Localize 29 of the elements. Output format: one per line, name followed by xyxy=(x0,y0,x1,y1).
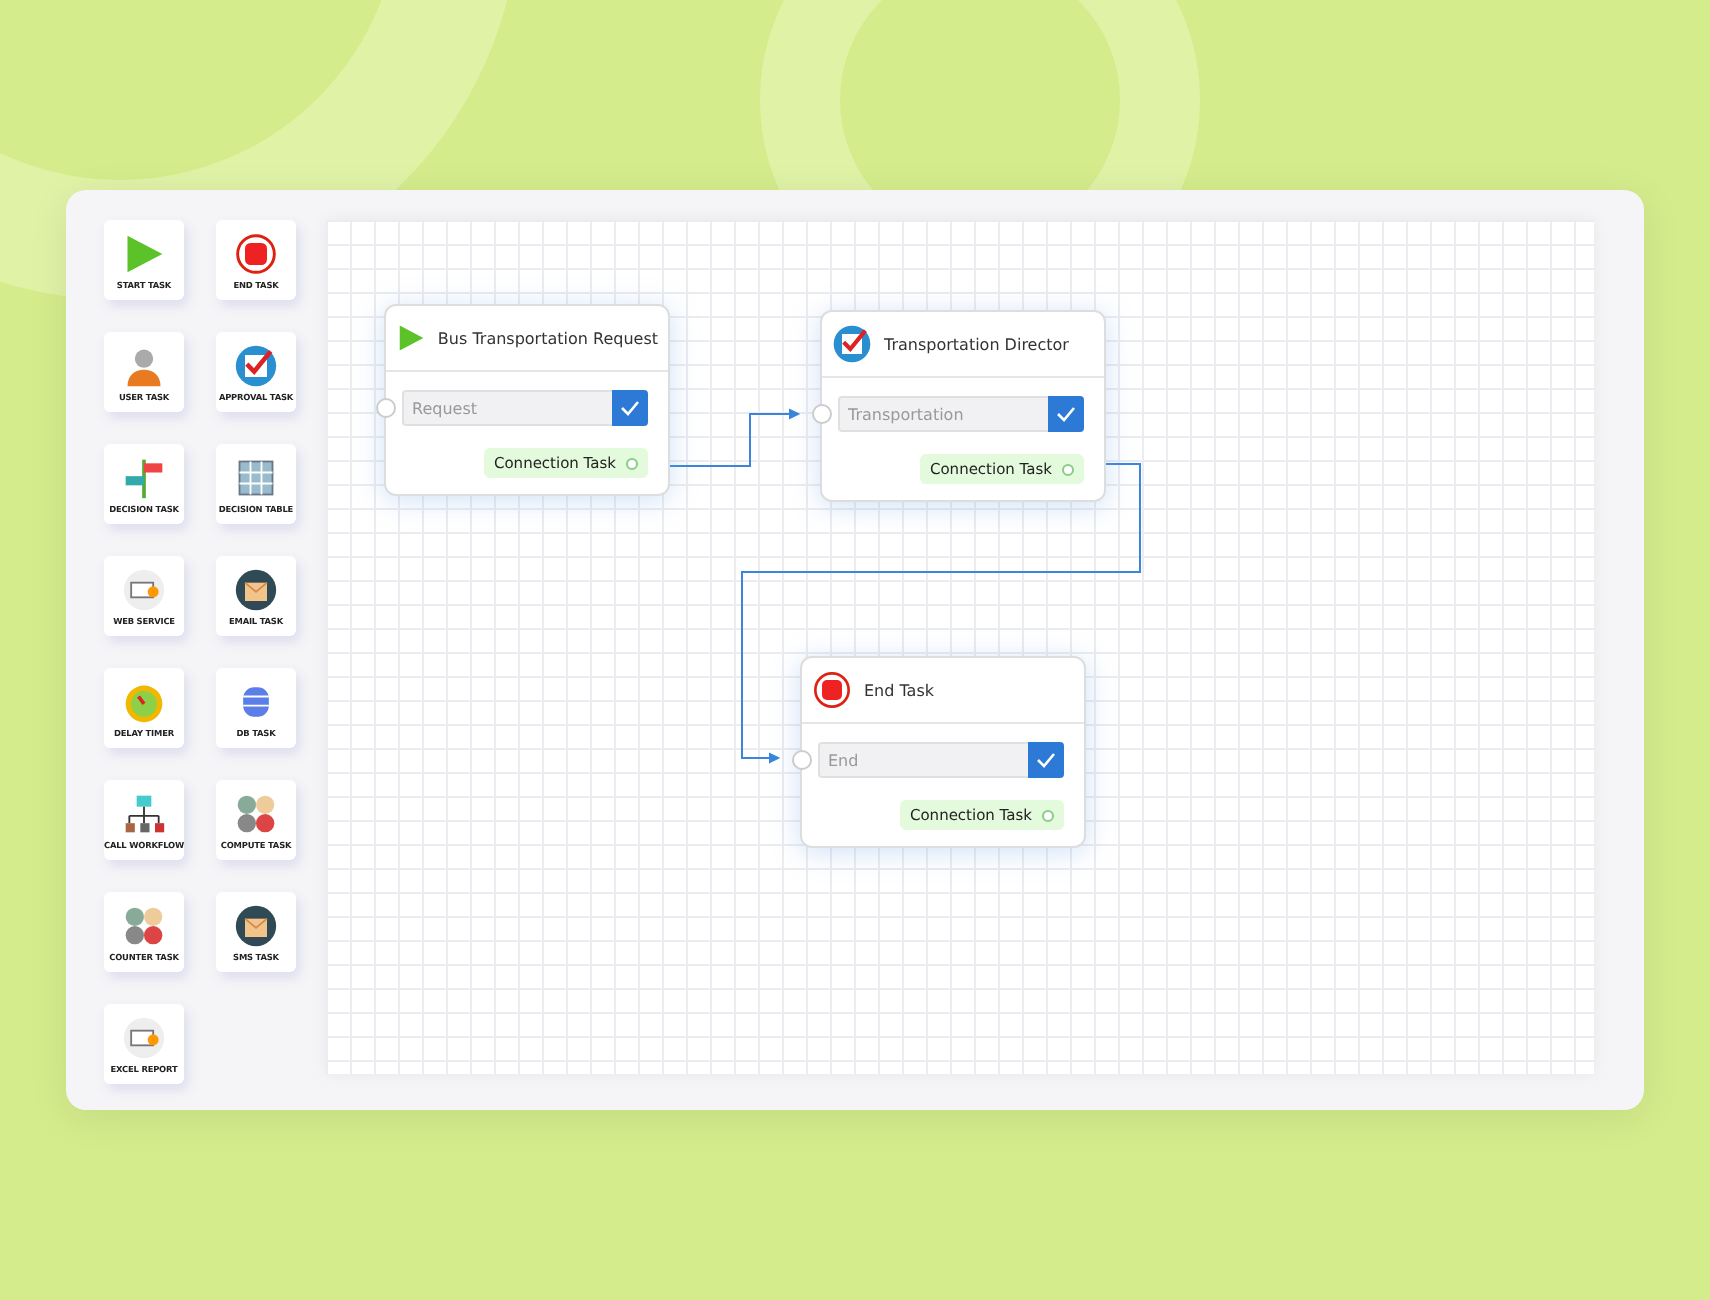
input-field[interactable]: Transportation xyxy=(838,396,1048,432)
confirm-button[interactable] xyxy=(1048,396,1084,432)
stop-icon xyxy=(812,670,852,710)
envelope-icon xyxy=(234,567,278,611)
check-icon xyxy=(1056,404,1076,424)
input-port[interactable] xyxy=(376,398,396,418)
table-icon xyxy=(234,455,278,499)
checkbox-icon xyxy=(234,343,278,387)
confirm-button[interactable] xyxy=(1028,742,1064,778)
input-port[interactable] xyxy=(812,404,832,424)
check-icon xyxy=(620,398,640,418)
flowchart-icon xyxy=(122,791,166,835)
node-title: Transportation Director xyxy=(884,335,1069,353)
calculator-icon xyxy=(122,903,166,947)
envelope-icon xyxy=(234,903,278,947)
input-field[interactable]: End xyxy=(818,742,1028,778)
confirm-button[interactable] xyxy=(612,390,648,426)
document-icon xyxy=(122,567,166,611)
stop-icon xyxy=(234,231,278,275)
input-field[interactable]: Request xyxy=(402,390,612,426)
checkbox-icon xyxy=(832,324,872,364)
input-port[interactable] xyxy=(792,750,812,770)
signpost-icon xyxy=(122,455,166,499)
document-icon xyxy=(122,1015,166,1059)
node-title: End Task xyxy=(864,681,935,699)
play-icon xyxy=(122,231,166,275)
node-title: Bus Transportation Request xyxy=(437,329,658,347)
calculator-icon xyxy=(234,791,278,835)
check-icon xyxy=(1036,750,1056,770)
